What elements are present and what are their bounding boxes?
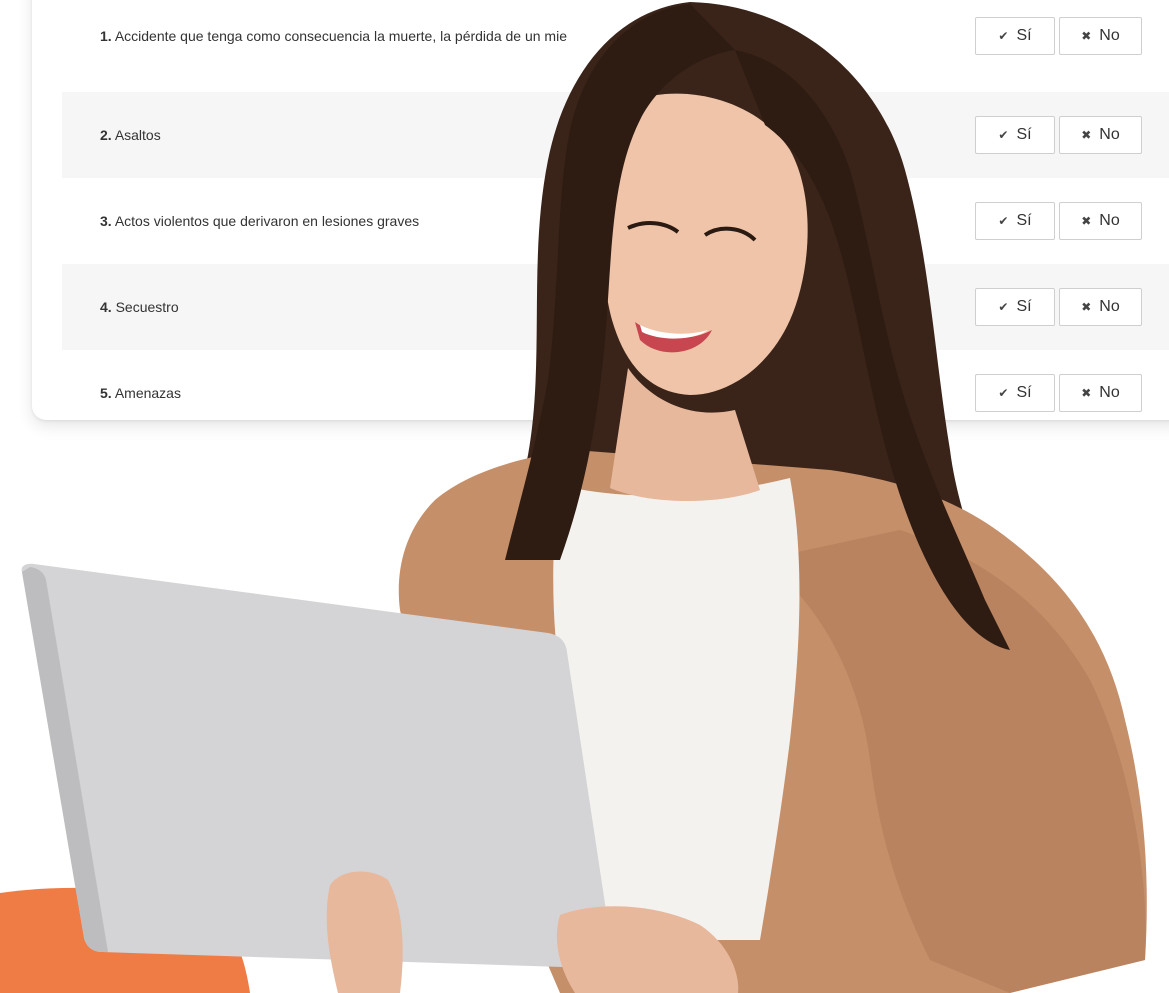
yes-button[interactable]: ✔ Sí bbox=[975, 116, 1055, 154]
question-4-text: 4. Secuestro bbox=[100, 299, 179, 315]
no-label: No bbox=[1099, 384, 1120, 401]
no-button[interactable]: ✖ No bbox=[1059, 17, 1142, 55]
question-2-text: 2. Asaltos bbox=[100, 127, 161, 143]
x-icon: ✖ bbox=[1081, 386, 1092, 400]
no-button[interactable]: ✖ No bbox=[1059, 374, 1142, 412]
x-icon: ✖ bbox=[1081, 300, 1092, 314]
no-button[interactable]: ✖ No bbox=[1059, 288, 1142, 326]
question-number: 4. bbox=[100, 299, 112, 315]
x-icon: ✖ bbox=[1081, 29, 1092, 43]
no-label: No bbox=[1099, 298, 1120, 315]
question-row-3: 3. Actos violentos que derivaron en lesi… bbox=[62, 178, 1169, 264]
no-button[interactable]: ✖ No bbox=[1059, 116, 1142, 154]
check-icon: ✔ bbox=[998, 214, 1009, 228]
question-number: 2. bbox=[100, 127, 112, 143]
x-icon: ✖ bbox=[1081, 128, 1092, 142]
question-5-text: 5. Amenazas bbox=[100, 385, 181, 401]
question-label: Asaltos bbox=[114, 127, 161, 143]
question-3-text: 3. Actos violentos que derivaron en lesi… bbox=[100, 213, 419, 229]
sweater-shade bbox=[760, 530, 1146, 993]
yes-button[interactable]: ✔ Sí bbox=[975, 17, 1055, 55]
survey-card: 1. Accidente que tenga como consecuencia… bbox=[32, 0, 1169, 420]
question-label: Amenazas bbox=[114, 385, 181, 401]
question-number: 1. bbox=[100, 28, 112, 44]
yes-button[interactable]: ✔ Sí bbox=[975, 288, 1055, 326]
yes-button[interactable]: ✔ Sí bbox=[975, 202, 1055, 240]
question-label: Secuestro bbox=[115, 299, 179, 315]
question-row-4: 4. Secuestro ✔ Sí ✖ No bbox=[62, 264, 1169, 350]
no-label: No bbox=[1099, 126, 1120, 143]
question-number: 3. bbox=[100, 213, 112, 229]
yes-label: Sí bbox=[1016, 27, 1032, 44]
question-number: 5. bbox=[100, 385, 112, 401]
sweater bbox=[398, 450, 1147, 993]
question-1-text: 1. Accidente que tenga como consecuencia… bbox=[100, 28, 567, 44]
hand-right bbox=[556, 906, 739, 993]
yes-label: Sí bbox=[1016, 126, 1032, 143]
check-icon: ✔ bbox=[998, 128, 1009, 142]
yes-label: Sí bbox=[1016, 384, 1032, 401]
no-label: No bbox=[1099, 27, 1120, 44]
orange-shape bbox=[0, 887, 250, 993]
yes-label: Sí bbox=[1016, 212, 1032, 229]
question-row-1: 1. Accidente que tenga como consecuencia… bbox=[62, 0, 1169, 79]
laptop bbox=[21, 563, 613, 969]
check-icon: ✔ bbox=[998, 386, 1009, 400]
question-row-5: 5. Amenazas ✔ Sí ✖ No bbox=[62, 350, 1169, 420]
check-icon: ✔ bbox=[998, 29, 1009, 43]
yes-label: Sí bbox=[1016, 298, 1032, 315]
white-top bbox=[553, 478, 800, 940]
hand-left bbox=[326, 871, 403, 993]
x-icon: ✖ bbox=[1081, 214, 1092, 228]
laptop-edge bbox=[22, 567, 108, 952]
no-label: No bbox=[1099, 212, 1120, 229]
question-label: Accidente que tenga como consecuencia la… bbox=[114, 28, 567, 44]
question-label: Actos violentos que derivaron en lesione… bbox=[114, 213, 420, 229]
yes-button[interactable]: ✔ Sí bbox=[975, 374, 1055, 412]
check-icon: ✔ bbox=[998, 300, 1009, 314]
no-button[interactable]: ✖ No bbox=[1059, 202, 1142, 240]
question-row-2: 2. Asaltos ✔ Sí ✖ No bbox=[62, 92, 1169, 178]
